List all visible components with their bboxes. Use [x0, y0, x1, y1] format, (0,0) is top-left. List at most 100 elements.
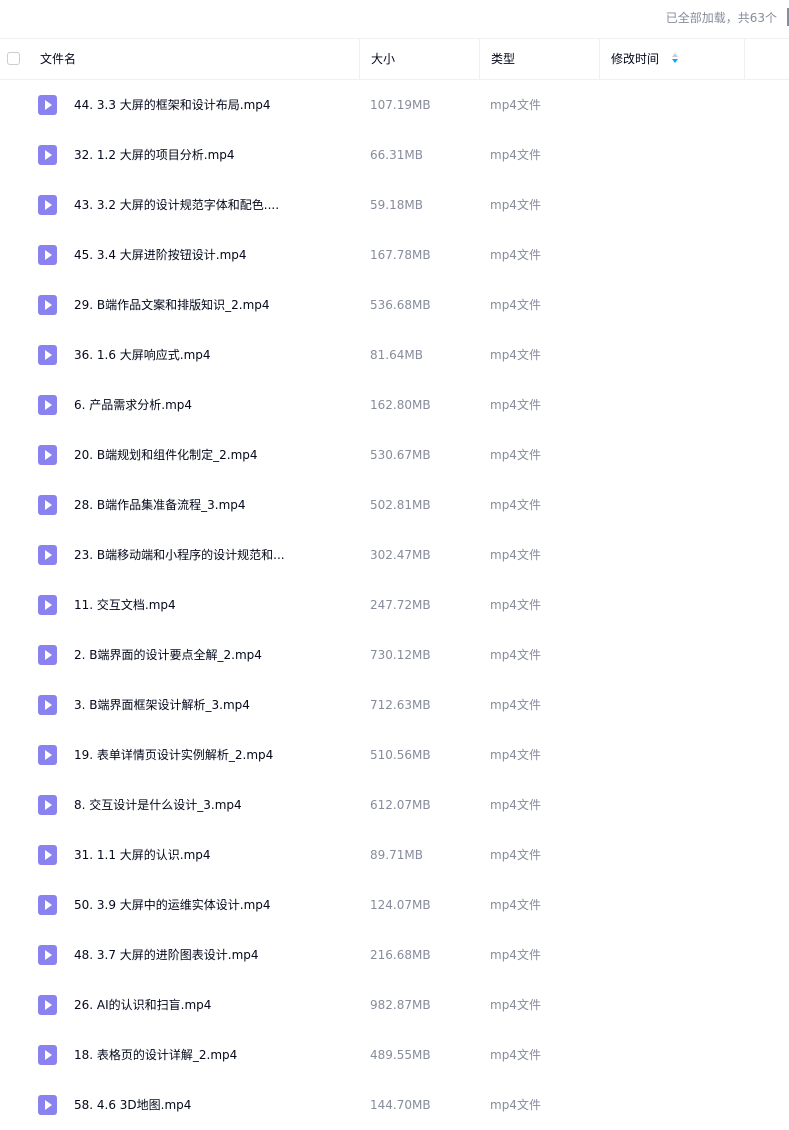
file-name[interactable]: 48. 3.7 大屏的进阶图表设计.mp4: [74, 947, 259, 963]
file-name[interactable]: 3. B端界面框架设计解析_3.mp4: [74, 697, 250, 713]
sort-icon[interactable]: [671, 52, 679, 65]
video-file-icon: [38, 445, 57, 465]
table-row[interactable]: 28. B端作品集准备流程_3.mp4 502.81MB mp4文件: [0, 480, 789, 530]
table-row[interactable]: 36. 1.6 大屏响应式.mp4 81.64MB mp4文件: [0, 330, 789, 380]
file-name[interactable]: 45. 3.4 大屏进阶按钮设计.mp4: [74, 247, 247, 263]
table-row[interactable]: 6. 产品需求分析.mp4 162.80MB mp4文件: [0, 380, 789, 430]
table-row[interactable]: 44. 3.3 大屏的框架和设计布局.mp4 107.19MB mp4文件: [0, 80, 789, 130]
file-type: mp4文件: [490, 398, 541, 412]
table-row[interactable]: 29. B端作品文案和排版知识_2.mp4 536.68MB mp4文件: [0, 280, 789, 330]
video-file-icon: [38, 895, 57, 915]
file-name[interactable]: 44. 3.3 大屏的框架和设计布局.mp4: [74, 97, 271, 113]
table-row[interactable]: 19. 表单详情页设计实例解析_2.mp4 510.56MB mp4文件: [0, 730, 789, 780]
video-file-icon: [38, 645, 57, 665]
file-size: 536.68MB: [370, 298, 431, 312]
video-file-icon: [38, 1045, 57, 1065]
video-file-icon: [38, 545, 57, 565]
video-file-icon: [38, 145, 57, 165]
file-name[interactable]: 20. B端规划和组件化制定_2.mp4: [74, 447, 258, 463]
table-row[interactable]: 50. 3.9 大屏中的运维实体设计.mp4 124.07MB mp4文件: [0, 880, 789, 930]
table-row[interactable]: 32. 1.2 大屏的项目分析.mp4 66.31MB mp4文件: [0, 130, 789, 180]
column-header-size[interactable]: 大小: [359, 39, 479, 79]
file-name[interactable]: 8. 交互设计是什么设计_3.mp4: [74, 797, 242, 813]
file-type: mp4文件: [490, 898, 541, 912]
table-row[interactable]: 3. B端界面框架设计解析_3.mp4 712.63MB mp4文件: [0, 680, 789, 730]
file-size: 510.56MB: [370, 748, 431, 762]
file-size: 247.72MB: [370, 598, 431, 612]
file-type: mp4文件: [490, 698, 541, 712]
file-name[interactable]: 19. 表单详情页设计实例解析_2.mp4: [74, 747, 273, 763]
file-type: mp4文件: [490, 1098, 541, 1112]
file-type: mp4文件: [490, 298, 541, 312]
file-type: mp4文件: [490, 98, 541, 112]
file-name[interactable]: 23. B端移动端和小程序的设计规范和...: [74, 547, 285, 563]
file-name[interactable]: 31. 1.1 大屏的认识.mp4: [74, 847, 211, 863]
file-name[interactable]: 29. B端作品文案和排版知识_2.mp4: [74, 297, 270, 313]
column-header-type[interactable]: 类型: [479, 39, 599, 79]
file-size: 982.87MB: [370, 998, 431, 1012]
video-file-icon: [38, 845, 57, 865]
file-name[interactable]: 18. 表格页的设计详解_2.mp4: [74, 1047, 237, 1063]
table-row[interactable]: 31. 1.1 大屏的认识.mp4 89.71MB mp4文件: [0, 830, 789, 880]
file-type: mp4文件: [490, 348, 541, 362]
file-type: mp4文件: [490, 798, 541, 812]
file-type: mp4文件: [490, 748, 541, 762]
file-type: mp4文件: [490, 498, 541, 512]
file-type: mp4文件: [490, 448, 541, 462]
video-file-icon: [38, 345, 57, 365]
file-size: 66.31MB: [370, 148, 423, 162]
table-row[interactable]: 18. 表格页的设计详解_2.mp4 489.55MB mp4文件: [0, 1030, 789, 1080]
table-row[interactable]: 20. B端规划和组件化制定_2.mp4 530.67MB mp4文件: [0, 430, 789, 480]
column-header-name[interactable]: 文件名: [40, 39, 358, 79]
file-size: 81.64MB: [370, 348, 423, 362]
file-name[interactable]: 11. 交互文档.mp4: [74, 597, 176, 613]
file-type: mp4文件: [490, 198, 541, 212]
video-file-icon: [38, 95, 57, 115]
video-file-icon: [38, 695, 57, 715]
file-list-header: 文件名 大小 类型 修改时间: [0, 38, 789, 80]
column-header-modified[interactable]: 修改时间: [599, 39, 745, 79]
file-size: 216.68MB: [370, 948, 431, 962]
video-file-icon: [38, 195, 57, 215]
file-name[interactable]: 28. B端作品集准备流程_3.mp4: [74, 497, 246, 513]
table-row[interactable]: 23. B端移动端和小程序的设计规范和... 302.47MB mp4文件: [0, 530, 789, 580]
file-name[interactable]: 2. B端界面的设计要点全解_2.mp4: [74, 647, 262, 663]
file-size: 144.70MB: [370, 1098, 431, 1112]
table-row[interactable]: 8. 交互设计是什么设计_3.mp4 612.07MB mp4文件: [0, 780, 789, 830]
table-row[interactable]: 43. 3.2 大屏的设计规范字体和配色.... 59.18MB mp4文件: [0, 180, 789, 230]
column-header-modified-label: 修改时间: [611, 52, 660, 66]
file-size: 107.19MB: [370, 98, 431, 112]
file-name[interactable]: 6. 产品需求分析.mp4: [74, 397, 192, 413]
table-row[interactable]: 11. 交互文档.mp4 247.72MB mp4文件: [0, 580, 789, 630]
file-name[interactable]: 43. 3.2 大屏的设计规范字体和配色....: [74, 197, 279, 213]
select-all-checkbox[interactable]: [7, 52, 20, 65]
video-file-icon: [38, 595, 57, 615]
load-status-text: 已全部加载，共63个: [665, 11, 777, 25]
file-name[interactable]: 50. 3.9 大屏中的运维实体设计.mp4: [74, 897, 271, 913]
file-size: 162.80MB: [370, 398, 431, 412]
table-row[interactable]: 26. AI的认识和扫盲.mp4 982.87MB mp4文件: [0, 980, 789, 1030]
file-type: mp4文件: [490, 148, 541, 162]
file-size: 489.55MB: [370, 1048, 431, 1062]
video-file-icon: [38, 795, 57, 815]
file-type: mp4文件: [490, 548, 541, 562]
file-size: 302.47MB: [370, 548, 431, 562]
file-type: mp4文件: [490, 998, 541, 1012]
file-type: mp4文件: [490, 948, 541, 962]
video-file-icon: [38, 995, 57, 1015]
file-size: 124.07MB: [370, 898, 431, 912]
file-name[interactable]: 26. AI的认识和扫盲.mp4: [74, 997, 211, 1013]
file-type: mp4文件: [490, 848, 541, 862]
video-file-icon: [38, 1095, 57, 1115]
table-row[interactable]: 48. 3.7 大屏的进阶图表设计.mp4 216.68MB mp4文件: [0, 930, 789, 980]
table-row[interactable]: 45. 3.4 大屏进阶按钮设计.mp4 167.78MB mp4文件: [0, 230, 789, 280]
file-name[interactable]: 32. 1.2 大屏的项目分析.mp4: [74, 147, 235, 163]
video-file-icon: [38, 495, 57, 515]
file-name[interactable]: 58. 4.6 3D地图.mp4: [74, 1097, 191, 1113]
file-size: 730.12MB: [370, 648, 431, 662]
file-name[interactable]: 36. 1.6 大屏响应式.mp4: [74, 347, 211, 363]
file-size: 612.07MB: [370, 798, 431, 812]
table-row[interactable]: 58. 4.6 3D地图.mp4 144.70MB mp4文件: [0, 1080, 789, 1130]
video-file-icon: [38, 295, 57, 315]
table-row[interactable]: 2. B端界面的设计要点全解_2.mp4 730.12MB mp4文件: [0, 630, 789, 680]
